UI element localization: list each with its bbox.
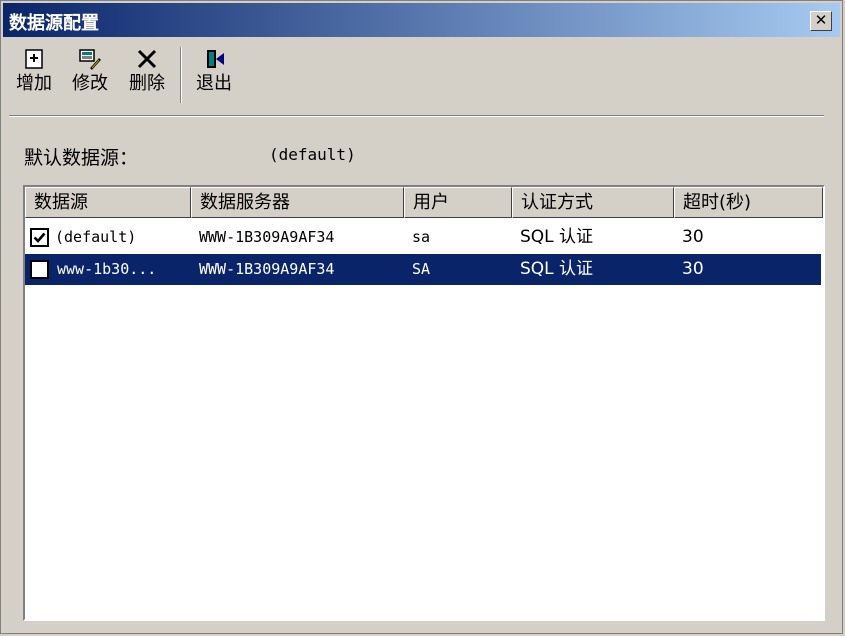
delete-label: 删除 <box>129 73 165 94</box>
exit-button[interactable]: 退出 <box>189 43 239 107</box>
close-icon: ✕ <box>814 11 828 29</box>
title-bar: 数据源配置 ✕ <box>3 3 840 37</box>
exit-icon <box>207 50 224 68</box>
cell-server: WWW-1B309A9AF34 <box>199 228 335 246</box>
toolbar: 增加 修改 删除 退出 <box>3 39 840 111</box>
cell-timeout: 30 <box>682 227 704 247</box>
cell-auth: SQL 认证 <box>520 259 594 279</box>
exit-label: 退出 <box>196 73 232 94</box>
table-row[interactable]: (default) WWW-1B309A9AF34 sa SQL 认证 30 <box>25 222 821 253</box>
column-header-server[interactable]: 数据服务器 <box>191 187 404 218</box>
column-header-auth[interactable]: 认证方式 <box>512 187 674 218</box>
column-header-source[interactable]: 数据源 <box>25 187 191 218</box>
table-row[interactable]: www-1b30... WWW-1B309A9AF34 SA SQL 认证 30 <box>25 254 821 285</box>
cell-user: SA <box>412 260 431 278</box>
cell-source: (default) <box>55 228 137 246</box>
toolbar-separator <box>180 47 182 103</box>
check-icon <box>33 232 46 243</box>
add-button[interactable]: 增加 <box>9 43 59 107</box>
data-source-list[interactable]: 数据源 数据服务器 用户 认证方式 超时(秒) (default) WWW-1B… <box>23 185 825 621</box>
delete-button[interactable]: 删除 <box>121 43 173 107</box>
default-source-value: (default) <box>269 145 356 164</box>
column-header-user[interactable]: 用户 <box>404 187 512 218</box>
cell-source: www-1b30... <box>57 260 157 278</box>
data-source-config-window: 数据源配置 ✕ 增加 修改 删除 退出 默认数据源： (default) 数据源… <box>0 0 843 634</box>
cell-auth: SQL 认证 <box>520 227 594 247</box>
close-button[interactable]: ✕ <box>810 11 832 31</box>
edit-button[interactable]: 修改 <box>63 43 117 107</box>
row-checkbox[interactable] <box>30 228 49 247</box>
edit-icon <box>79 49 101 70</box>
row-checkbox[interactable] <box>30 260 49 279</box>
cell-user: sa <box>412 228 431 246</box>
delete-icon <box>137 49 157 69</box>
window-title: 数据源配置 <box>9 13 99 34</box>
cell-server: WWW-1B309A9AF34 <box>199 260 335 278</box>
column-header-timeout[interactable]: 超时(秒) <box>674 187 823 218</box>
divider <box>9 115 824 117</box>
edit-label: 修改 <box>72 73 108 94</box>
list-header: 数据源 数据服务器 用户 认证方式 超时(秒) <box>25 187 823 218</box>
add-icon <box>25 49 43 69</box>
cell-timeout: 30 <box>682 259 704 279</box>
add-label: 增加 <box>16 73 52 94</box>
default-source-label: 默认数据源： <box>24 147 139 169</box>
